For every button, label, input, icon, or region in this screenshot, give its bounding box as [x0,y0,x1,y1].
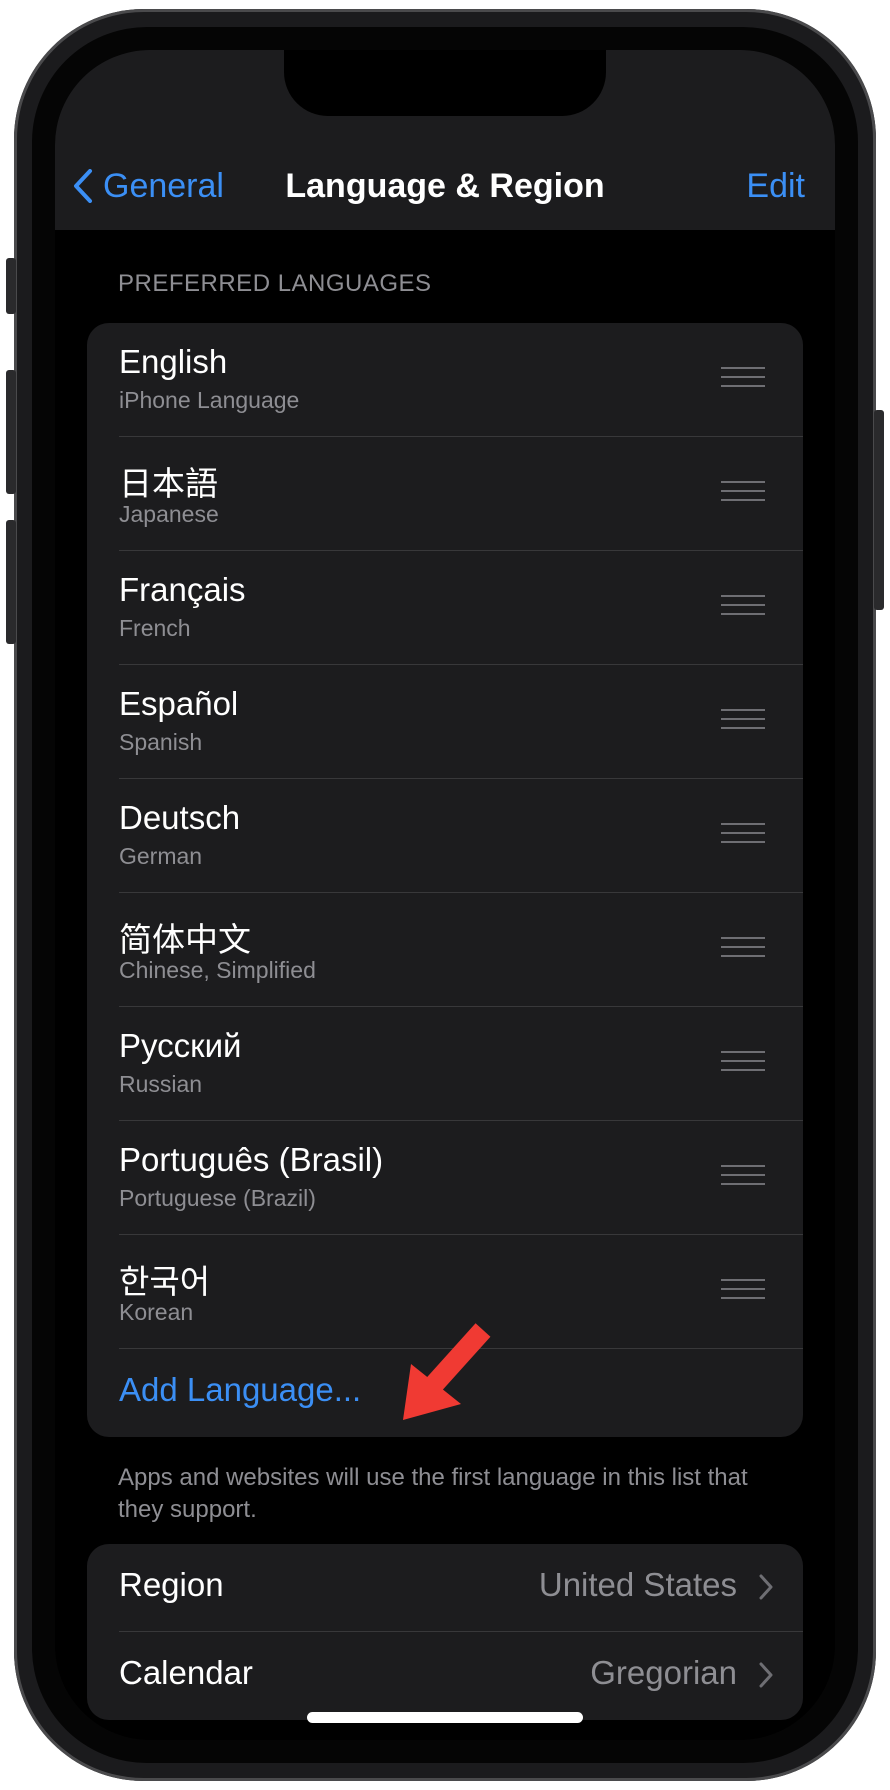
page-title: Language & Region [285,167,605,205]
side-button-mute [6,258,16,314]
region-label: Region [119,1566,224,1603]
calendar-row[interactable]: Calendar Gregorian [87,1632,803,1720]
language-row-portuguese-brazil[interactable]: Português (Brasil) Portuguese (Brazil) [87,1121,803,1235]
chevron-right-icon [759,1662,773,1688]
language-row-japanese[interactable]: 日本語 Japanese [87,437,803,551]
section-header-preferred-languages: PREFERRED LANGUAGES [118,270,432,297]
reorder-handle-icon[interactable] [721,481,765,505]
language-row-french[interactable]: Français French [87,551,803,665]
reorder-handle-icon[interactable] [721,595,765,619]
language-subtitle: French [119,615,191,641]
preferred-languages-list: English iPhone Language 日本語 Japanese Fra… [87,323,803,1437]
annotation-arrow-icon [403,1323,491,1420]
side-button-volume-up [6,370,16,494]
language-subtitle: Japanese [119,501,219,527]
reorder-handle-icon[interactable] [721,937,765,961]
reorder-handle-icon[interactable] [721,709,765,733]
region-settings-list: Region United States Calendar Gregorian [87,1544,803,1720]
language-name: 简体中文 [119,921,251,958]
region-row[interactable]: Region United States [87,1544,803,1632]
reorder-handle-icon[interactable] [721,1279,765,1303]
language-row-spanish[interactable]: Español Spanish [87,665,803,779]
language-name: Español [119,685,239,722]
notch [284,50,606,116]
navigation-bar: General Language & Region Edit [55,142,835,230]
language-row-russian[interactable]: Русский Russian [87,1007,803,1121]
reorder-handle-icon[interactable] [721,367,765,391]
language-name: 日本語 [119,465,218,502]
chevron-right-icon [759,1574,773,1600]
language-subtitle: Russian [119,1071,203,1097]
language-name: Русский [119,1027,242,1064]
calendar-label: Calendar [119,1654,253,1691]
calendar-value: Gregorian [590,1654,737,1691]
edit-button[interactable]: Edit [746,164,805,208]
reorder-handle-icon[interactable] [721,823,765,847]
side-button-volume-down [6,520,16,644]
language-name: 한국어 [119,1263,211,1300]
language-subtitle: iPhone Language [119,387,300,413]
region-value: United States [538,1566,737,1603]
reorder-handle-icon[interactable] [721,1165,765,1189]
language-name: Français [119,571,246,608]
language-subtitle: Spanish [119,729,203,755]
language-row-chinese-simplified[interactable]: 简体中文 Chinese, Simplified [87,893,803,1007]
home-indicator[interactable] [307,1712,583,1723]
languages-footer-note: Apps and websites will use the first lan… [118,1464,748,1523]
language-name: Português (Brasil) [119,1141,384,1178]
language-subtitle: Chinese, Simplified [119,957,316,983]
language-row-english[interactable]: English iPhone Language [87,323,803,437]
language-name: Deutsch [119,799,241,836]
language-subtitle: Portuguese (Brazil) [119,1185,316,1211]
language-row-german[interactable]: Deutsch German [87,779,803,893]
reorder-handle-icon[interactable] [721,1051,765,1075]
add-language-button[interactable]: Add Language... [119,1371,361,1409]
language-subtitle: German [119,843,203,869]
language-subtitle: Korean [119,1299,194,1325]
language-name: English [119,343,228,380]
screen: General Language & Region Edit PREFERRED… [55,50,835,1740]
side-button-power [874,410,884,610]
